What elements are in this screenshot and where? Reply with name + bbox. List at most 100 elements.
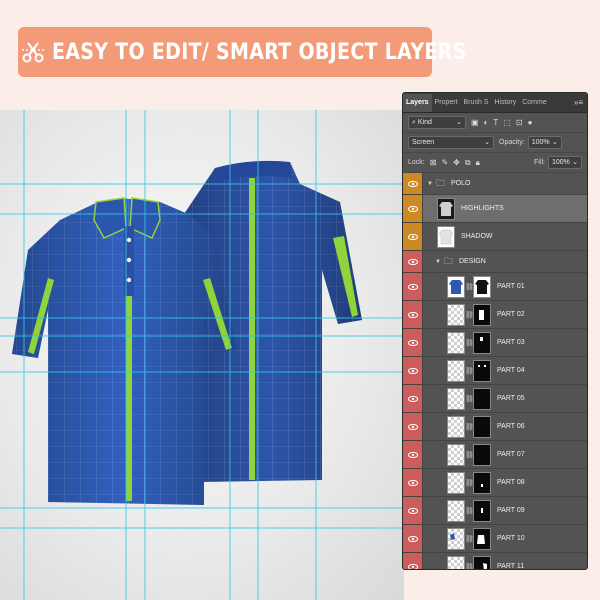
filter-kind-value: Kind [417, 119, 432, 126]
layer-part-11[interactable]: ⛓︎ PART 11 [403, 553, 587, 570]
layer-highlights[interactable]: HIGHLIGHTS [403, 195, 587, 223]
visibility-eye-icon[interactable] [403, 195, 423, 222]
layer-part-04[interactable]: ⛓︎ PART 04 [403, 357, 587, 385]
link-icon[interactable]: ⛓︎ [465, 423, 474, 431]
visibility-eye-icon[interactable] [403, 497, 423, 524]
visibility-eye-icon[interactable] [403, 441, 423, 468]
polo-mockup-preview [0, 110, 404, 600]
chevron-down-icon[interactable]: ▼ [427, 181, 433, 187]
layer-thumbnail [447, 331, 465, 354]
lock-transparency-icon[interactable]: ⊠ [430, 158, 437, 167]
blend-row: Screen ⌄ Opacity: 100% ⌄ [403, 133, 587, 153]
filter-toggle-icon[interactable]: ● [528, 118, 533, 127]
layer-name: PART 01 [497, 283, 525, 290]
tab-layers[interactable]: Layers [403, 94, 432, 112]
link-icon[interactable]: ⛓︎ [465, 535, 474, 543]
link-icon[interactable]: ⛓︎ [465, 339, 474, 347]
layer-name: PART 10 [497, 535, 525, 542]
blend-mode-value: Screen [412, 139, 435, 146]
layer-thumbnail [447, 555, 465, 569]
visibility-eye-icon[interactable] [403, 301, 423, 328]
opacity-label: Opacity: [499, 139, 525, 146]
polo-front-view [12, 197, 236, 505]
visibility-eye-icon[interactable] [403, 413, 423, 440]
visibility-eye-icon[interactable] [403, 525, 423, 552]
folder-icon: 🗀 [435, 177, 445, 188]
link-icon[interactable]: ⛓︎ [465, 311, 474, 319]
lock-artboard-icon[interactable]: ⧉ [465, 158, 471, 168]
link-icon[interactable]: ⛓︎ [465, 395, 474, 403]
visibility-eye-icon[interactable] [403, 553, 423, 569]
link-icon[interactable]: ⛓︎ [465, 451, 474, 459]
layer-name: PART 03 [497, 339, 525, 346]
link-icon[interactable]: ⛓︎ [465, 367, 474, 375]
opacity-input[interactable]: 100% ⌄ [527, 136, 562, 149]
visibility-eye-icon[interactable] [403, 469, 423, 496]
lock-move-icon[interactable]: ✥ [453, 158, 460, 167]
layer-thumbnail [447, 415, 465, 438]
layer-mask-thumbnail [473, 499, 491, 522]
link-icon[interactable]: ⛓︎ [465, 507, 474, 515]
tab-comments[interactable]: Comme [519, 94, 550, 112]
layer-mask-thumbnail [473, 415, 491, 438]
pixel-filter-icon[interactable]: ▣ [471, 118, 479, 127]
layer-group-design[interactable]: ▼ 🗀 DESIGN [403, 251, 587, 273]
layer-thumbnail [447, 303, 465, 326]
layer-part-08[interactable]: ⛓︎ PART 08 [403, 469, 587, 497]
visibility-eye-icon[interactable] [403, 357, 423, 384]
visibility-eye-icon[interactable] [403, 251, 423, 272]
layer-part-05[interactable]: ⛓︎ PART 05 [403, 385, 587, 413]
layer-thumbnail [447, 275, 465, 298]
layer-mask-thumbnail [473, 275, 491, 298]
smart-object-filter-icon[interactable]: ⊡ [516, 118, 523, 127]
layer-group-polo[interactable]: ▼ 🗀 POLO [403, 173, 587, 195]
layer-mask-thumbnail [473, 471, 491, 494]
layer-mask-thumbnail [473, 387, 491, 410]
lock-all-icon[interactable]: 🔒︎ [476, 158, 480, 168]
visibility-eye-icon[interactable] [403, 173, 423, 194]
layer-mask-thumbnail [473, 359, 491, 382]
adjustment-filter-icon[interactable]: ◐ [484, 118, 489, 127]
tab-history[interactable]: History [491, 94, 519, 112]
layer-name: PART 02 [497, 311, 525, 318]
layer-part-10[interactable]: ⛓︎ PART 10 [403, 525, 587, 553]
layer-mask-thumbnail [473, 331, 491, 354]
scissors-icon [20, 29, 46, 75]
layer-name: HIGHLIGHTS [461, 205, 504, 212]
chevron-down-icon: ⌄ [484, 139, 490, 146]
document-canvas[interactable] [0, 110, 404, 600]
link-icon[interactable]: ⛓︎ [465, 283, 474, 291]
chevron-down-icon: ⌄ [551, 139, 558, 146]
layer-part-06[interactable]: ⛓︎ PART 06 [403, 413, 587, 441]
type-filter-icon[interactable]: T [493, 118, 498, 127]
layer-part-01[interactable]: ⛓︎ PART 01 [403, 273, 587, 301]
layer-part-09[interactable]: ⛓︎ PART 09 [403, 497, 587, 525]
link-icon[interactable]: ⛓︎ [465, 479, 474, 487]
layer-part-02[interactable]: ⛓︎ PART 02 [403, 301, 587, 329]
visibility-eye-icon[interactable] [403, 329, 423, 356]
layer-mask-thumbnail [473, 555, 491, 569]
tab-properties[interactable]: Propert [432, 94, 461, 112]
lock-brush-icon[interactable]: ✎ [441, 158, 448, 167]
chevron-down-icon[interactable]: ▼ [435, 259, 441, 265]
layer-thumbnail [447, 387, 465, 410]
visibility-eye-icon[interactable] [403, 385, 423, 412]
layer-part-03[interactable]: ⛓︎ PART 03 [403, 329, 587, 357]
shape-filter-icon[interactable]: ⬚ [503, 118, 511, 127]
visibility-eye-icon[interactable] [403, 273, 423, 300]
blend-mode-select[interactable]: Screen ⌄ [408, 136, 494, 149]
panel-tabs: Layers Propert Brush S History Comme »≡ [403, 93, 587, 113]
layer-mask-thumbnail [473, 527, 491, 550]
tab-brush-settings[interactable]: Brush S [461, 94, 492, 112]
layer-part-07[interactable]: ⛓︎ PART 07 [403, 441, 587, 469]
fill-input[interactable]: 100% ⌄ [548, 156, 582, 169]
panel-menu-icon[interactable]: »≡ [574, 98, 583, 107]
layer-shadow[interactable]: SHADOW [403, 223, 587, 251]
visibility-eye-icon[interactable] [403, 223, 423, 250]
lock-row: Lock: ⊠ ✎ ✥ ⧉ 🔒︎ Fill: 100% ⌄ [403, 153, 587, 173]
layer-name: DESIGN [458, 258, 486, 265]
layer-thumbnail [447, 359, 465, 382]
filter-kind-select[interactable]: ⌕ Kind ⌄ [408, 116, 466, 129]
link-icon[interactable]: ⛓︎ [465, 563, 474, 570]
banner-title: EASY TO EDIT/ SMART OBJECT LAYERS [52, 39, 467, 65]
